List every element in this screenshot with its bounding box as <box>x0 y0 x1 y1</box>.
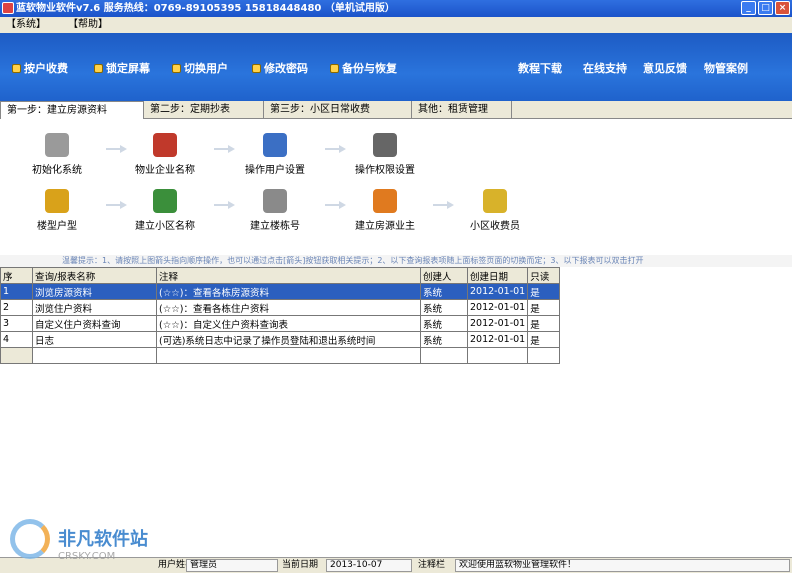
step-tabs: 第一步：建立房源资料 第二步：定期抄表 第三步：小区日常收费 其他：租赁管理 <box>0 101 792 119</box>
change-password-button[interactable]: 修改密码 <box>252 60 308 76</box>
flow-building-type[interactable]: 楼型户型 <box>12 189 102 232</box>
app-icon <box>2 2 14 14</box>
house-icon <box>373 189 397 213</box>
init-icon <box>45 133 69 157</box>
column-header[interactable]: 创建人 <box>420 267 468 284</box>
tab-step2[interactable]: 第二步：定期抄表 <box>144 101 264 119</box>
backup-restore-button[interactable]: 备份与恢复 <box>330 60 397 76</box>
column-header[interactable]: 创建日期 <box>466 267 529 284</box>
close-button[interactable]: × <box>775 1 790 15</box>
tab-step1[interactable]: 第一步：建立房源资料 <box>0 101 144 119</box>
building-icon <box>263 189 287 213</box>
title-bar: 蓝软物业软件v7.6 服务热线：0769-89105395 1581844848… <box>0 0 792 17</box>
community-icon <box>153 189 177 213</box>
menu-system[interactable]: 【系统】 <box>6 17 46 33</box>
company-icon <box>153 133 177 157</box>
watermark-logo-icon <box>10 519 50 559</box>
column-header[interactable]: 查询/报表名称 <box>32 267 157 284</box>
watermark: 非凡软件站 CRSKY.COM <box>0 515 170 573</box>
menu-bar: 【系统】 【帮助】 <box>0 17 792 33</box>
note-label: 注释栏 <box>418 560 446 570</box>
menu-help[interactable]: 【帮助】 <box>68 17 108 33</box>
collector-icon <box>483 189 507 213</box>
charge-by-household-button[interactable]: 按户收费 <box>12 60 68 76</box>
column-header[interactable]: 只读 <box>527 267 561 284</box>
flow-permission-setting[interactable]: 操作权限设置 <box>340 133 430 176</box>
note-value: 欢迎使用蓝软物业管理软件！ <box>455 559 790 572</box>
table-row[interactable]: 4 日志 (可选)系统日志中记录了操作员登陆和退出系统时间 系统 2012-01… <box>0 331 561 348</box>
building-type-icon <box>45 189 69 213</box>
setup-flow: 初始化系统 物业企业名称 操作用户设置 操作权限设置 楼型户型 建立小区名称 建… <box>0 119 792 255</box>
report-table: 序 查询/报表名称 注释 创建人 创建日期 只读 1 浏览房源资料 (☆☆)：查… <box>0 267 561 364</box>
backup-icon <box>330 63 339 73</box>
hint-text: 温馨提示：1、请按照上图箭头指向顺序操作，也可以通过点击[箭头]按钮获取相关提示… <box>0 255 792 267</box>
date-value: 2013-10-07 <box>326 559 412 572</box>
switch-user-button[interactable]: 切换用户 <box>172 60 228 76</box>
table-row[interactable]: 2 浏览住户资料 (☆☆)：查看各栋住户资料 系统 2012-01-01 是 <box>0 299 561 316</box>
switch-user-icon <box>172 63 181 73</box>
flow-user-setting[interactable]: 操作用户设置 <box>230 133 320 176</box>
table-row-empty[interactable] <box>0 347 561 364</box>
column-header[interactable]: 序 <box>0 267 33 284</box>
tab-step3[interactable]: 第三步：小区日常收费 <box>264 101 412 119</box>
minimize-button[interactable]: _ <box>741 1 756 15</box>
flow-company-name[interactable]: 物业企业名称 <box>120 133 210 176</box>
lock-icon <box>94 63 103 73</box>
column-header[interactable]: 注释 <box>156 267 421 284</box>
toolbar: 按户收费 锁定屏幕 切换用户 修改密码 备份与恢复 教程下载 在线支持 意见反馈… <box>0 33 792 101</box>
report-grid: 序 查询/报表名称 注释 创建人 创建日期 只读 1 浏览房源资料 (☆☆)：查… <box>0 267 792 553</box>
table-header: 序 查询/报表名称 注释 创建人 创建日期 只读 <box>0 267 561 284</box>
flow-collector[interactable]: 小区收费员 <box>450 189 540 232</box>
date-label: 当前日期 <box>282 560 319 570</box>
table-row[interactable]: 3 自定义住户资料查询 (☆☆)：自定义住户资料查询表 系统 2012-01-0… <box>0 315 561 332</box>
key-icon <box>252 63 261 73</box>
user-value: 管理员 <box>186 559 278 572</box>
online-support-link[interactable]: 在线支持 <box>583 60 627 76</box>
lock-screen-button[interactable]: 锁定屏幕 <box>94 60 150 76</box>
flow-community-name[interactable]: 建立小区名称 <box>120 189 210 232</box>
permission-icon <box>373 133 397 157</box>
flow-building-number[interactable]: 建立楼栋号 <box>230 189 320 232</box>
flow-house-owner[interactable]: 建立房源业主 <box>340 189 430 232</box>
user-setting-icon <box>263 133 287 157</box>
maximize-button[interactable]: □ <box>758 1 773 15</box>
window-controls: _ □ × <box>741 1 790 15</box>
window-title: 蓝软物业软件v7.6 服务热线：0769-89105395 1581844848… <box>16 3 395 14</box>
tutorial-download-link[interactable]: 教程下载 <box>518 60 562 76</box>
cases-link[interactable]: 物管案例 <box>704 60 748 76</box>
charge-icon <box>12 63 21 73</box>
table-row[interactable]: 1 浏览房源资料 (☆☆)：查看各栋房源资料 系统 2012-01-01 是 <box>0 283 561 300</box>
flow-init-system[interactable]: 初始化系统 <box>12 133 102 176</box>
tab-other[interactable]: 其他：租赁管理 <box>412 101 512 119</box>
feedback-link[interactable]: 意见反馈 <box>643 60 687 76</box>
